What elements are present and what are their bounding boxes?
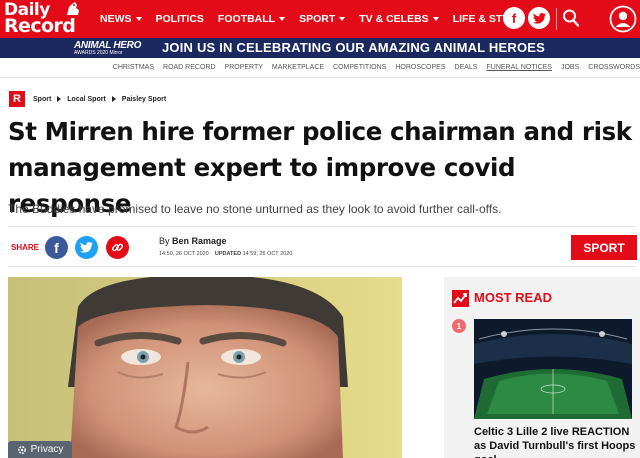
banner-text: JOIN US IN CELEBRATING OUR AMAZING ANIMA… bbox=[162, 40, 546, 55]
breadcrumb-paisley-sport[interactable]: Paisley Sport bbox=[122, 96, 166, 103]
nav-item-label: POLITICS bbox=[155, 13, 204, 25]
subnav-item-funeral-notices[interactable]: FUNERAL NOTICES bbox=[486, 64, 551, 71]
subnav-item-property[interactable]: PROPERTY bbox=[225, 64, 263, 71]
updated-time: 14:59, 26 OCT 2020 bbox=[242, 251, 293, 257]
nav-divider bbox=[556, 8, 557, 30]
facebook-glyph: f bbox=[511, 10, 517, 26]
daily-record-logo[interactable]: Daily Record bbox=[4, 0, 86, 38]
article-hero-image[interactable] bbox=[8, 277, 402, 458]
subnav-item-competitions[interactable]: COMPETITIONS bbox=[333, 64, 386, 71]
share-link-icon[interactable] bbox=[106, 236, 129, 259]
subnav-item-marketplace[interactable]: MARKETPLACE bbox=[272, 64, 324, 71]
main-nav: NEWS POLITICS FOOTBALL SPORT TV & CELEBS… bbox=[100, 0, 537, 38]
nav-item-label: FOOTBALL bbox=[217, 13, 276, 25]
portrait-photo bbox=[8, 277, 402, 458]
facebook-glyph: f bbox=[54, 239, 59, 256]
nav-item-politics[interactable]: POLITICS bbox=[156, 13, 204, 25]
logo-line-2: Record bbox=[4, 15, 76, 37]
byline-prefix: By bbox=[159, 236, 170, 246]
chevron-right-icon bbox=[57, 96, 62, 102]
gear-icon bbox=[17, 445, 26, 454]
subnav-item-deals[interactable]: DEALS bbox=[455, 64, 478, 71]
privacy-label: Privacy bbox=[30, 444, 64, 455]
search-icon[interactable] bbox=[562, 8, 580, 28]
rank-badge: 1 bbox=[452, 319, 466, 333]
link-chain-glyph bbox=[111, 243, 124, 252]
record-badge-icon[interactable]: R bbox=[9, 91, 25, 107]
divider bbox=[8, 226, 636, 227]
divider bbox=[8, 266, 636, 267]
animal-hero-banner[interactable]: ANIMAL HERO AWARDS 2020 Mirror JOIN US I… bbox=[0, 38, 640, 58]
nav-item-news[interactable]: NEWS bbox=[100, 13, 142, 25]
top-nav: Daily Record NEWS POLITICS FOOTBALL SPOR… bbox=[0, 0, 640, 38]
share-facebook-icon[interactable]: f bbox=[45, 236, 68, 259]
lion-crest-icon bbox=[67, 2, 79, 15]
nav-item-label: SPORT bbox=[299, 13, 336, 25]
nav-item-tv-celebs[interactable]: TV & CELEBS bbox=[359, 13, 439, 25]
twitter-bird-glyph bbox=[532, 12, 546, 24]
published-time: 14:50, 26 OCT 2020 bbox=[159, 251, 209, 257]
chevron-down-icon bbox=[135, 17, 142, 21]
subnav-item-christmas[interactable]: CHRISTMAS bbox=[113, 64, 154, 71]
secondary-nav: CHRISTMAS ROAD RECORD PROPERTY MARKETPLA… bbox=[0, 58, 640, 78]
trending-chart-icon bbox=[452, 290, 469, 307]
nav-item-football[interactable]: FOOTBALL bbox=[217, 13, 286, 25]
subnav-item-crosswords[interactable]: CROSSWORDS bbox=[588, 64, 640, 71]
breadcrumb-sport[interactable]: Sport bbox=[33, 96, 51, 103]
share-twitter-icon[interactable] bbox=[75, 236, 98, 259]
most-read-panel: MOST READ 1 Celtic 3 Lille 2 live REACTI… bbox=[444, 277, 640, 458]
chevron-right-icon bbox=[111, 96, 116, 102]
account-icon[interactable] bbox=[609, 5, 637, 33]
updated-label: UPDATED bbox=[214, 251, 242, 257]
share-label: SHARE bbox=[11, 243, 40, 252]
breadcrumb: R Sport Local Sport Paisley Sport bbox=[9, 91, 166, 107]
chevron-down-icon bbox=[339, 17, 346, 21]
chevron-down-icon bbox=[432, 17, 439, 21]
subnav-item-road-record[interactable]: ROAD RECORD bbox=[163, 64, 216, 71]
article-dates: 14:50, 26 OCT 2020 UPDATED 14:59, 26 OCT… bbox=[159, 251, 292, 257]
byline: By Ben Ramage bbox=[159, 236, 227, 246]
most-read-title: MOST READ bbox=[474, 290, 552, 305]
banner-brand-sub: AWARDS 2020 Mirror bbox=[74, 50, 123, 56]
sport-section-button[interactable]: SPORT bbox=[571, 235, 637, 260]
privacy-button[interactable]: Privacy bbox=[8, 441, 72, 458]
most-read-headline[interactable]: Celtic 3 Lille 2 live REACTION as David … bbox=[474, 425, 639, 458]
chevron-down-icon bbox=[279, 17, 286, 21]
breadcrumb-local-sport[interactable]: Local Sport bbox=[67, 96, 106, 103]
nav-item-label: TV & CELEBS bbox=[359, 13, 429, 25]
article-standfirst: The Buddies have promised to leave no st… bbox=[8, 202, 502, 216]
subnav-item-jobs[interactable]: JOBS bbox=[561, 64, 579, 71]
nav-item-sport[interactable]: SPORT bbox=[299, 13, 346, 25]
story-thumbnail[interactable] bbox=[474, 319, 632, 419]
twitter-bird-glyph bbox=[80, 242, 93, 253]
author-link[interactable]: Ben Ramage bbox=[172, 236, 227, 246]
headline-line-1: St Mirren hire former police chairman an… bbox=[8, 117, 632, 146]
twitter-icon[interactable] bbox=[528, 7, 550, 29]
nav-item-label: NEWS bbox=[100, 13, 132, 25]
stadium-photo bbox=[474, 319, 632, 419]
facebook-icon[interactable]: f bbox=[503, 7, 525, 29]
subnav-item-horoscopes[interactable]: HOROSCOPES bbox=[395, 64, 445, 71]
